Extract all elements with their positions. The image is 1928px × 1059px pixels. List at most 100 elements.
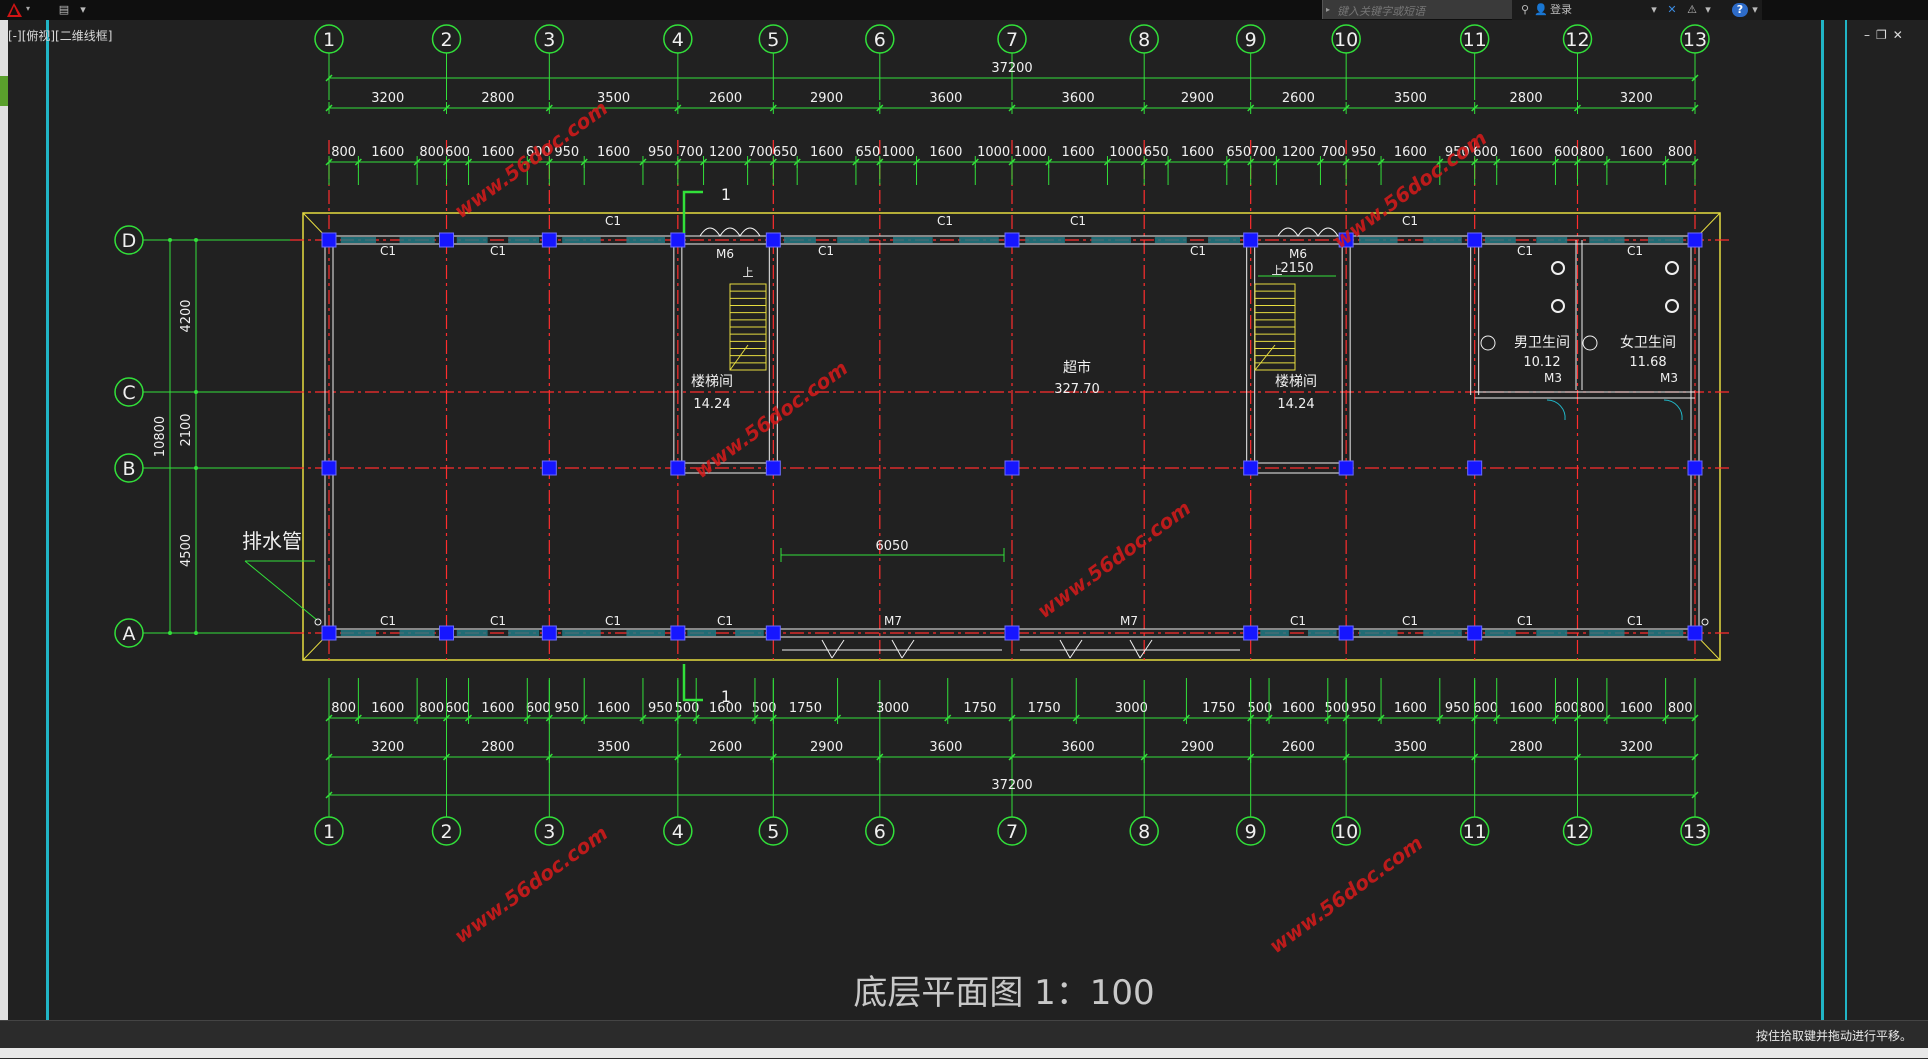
dim-label-detail: 950	[1351, 701, 1376, 716]
dim-label-detail: 1600	[1620, 701, 1653, 716]
door-label-m7: M7	[1120, 614, 1138, 628]
window-label-c1: C1	[490, 244, 506, 258]
dim-label-detail: 800	[1668, 701, 1693, 716]
watermark-text: www.56doc.com	[450, 96, 613, 223]
window-label-c1: C1	[717, 614, 733, 628]
structural-column	[1004, 232, 1020, 248]
axis-label-row: C	[122, 382, 135, 404]
dim-label-detail: 1600	[810, 145, 843, 160]
dim-label-vertical: 10800	[153, 416, 168, 457]
structural-column	[321, 625, 337, 641]
dim-label-detail: 800	[331, 145, 356, 160]
dim-label-detail: 1600	[371, 701, 404, 716]
window-label-c1: C1	[818, 244, 834, 258]
dim-label-detail: 1600	[1394, 701, 1427, 716]
dim-label-detail: 800	[419, 701, 444, 716]
window-label-c1: C1	[1190, 244, 1206, 258]
dim-label-detail: 1600	[597, 145, 630, 160]
dim-label-bay: 2600	[1282, 91, 1315, 106]
room-name-label: 女卫生间	[1620, 334, 1676, 351]
axis-label-column: 13	[1683, 29, 1707, 51]
dim-label-detail: 1750	[789, 701, 822, 716]
stair-up-label: 上	[743, 266, 754, 279]
dim-label-detail: 650	[1226, 145, 1251, 160]
dim-label-bay: 2800	[1510, 740, 1543, 755]
dim-label-bay: 3500	[597, 740, 630, 755]
door-swing-arc	[1663, 399, 1683, 421]
toilet-fixture-icon	[1665, 261, 1679, 275]
dim-label-bay: 2900	[810, 740, 843, 755]
structural-column	[439, 232, 455, 248]
window-label-c1: C1	[1517, 244, 1533, 258]
window-label-c1: C1	[1402, 614, 1418, 628]
dim-label-bay: 3500	[1394, 740, 1427, 755]
dim-label-2150: 2150	[1280, 261, 1313, 276]
dim-label-bay: 3200	[1620, 91, 1653, 106]
dim-label-detail: 1000	[1014, 145, 1047, 160]
floor-drain-icon	[1480, 335, 1496, 351]
window-label-c1: C1	[1627, 244, 1643, 258]
watermark-text: www.56doc.com	[1265, 831, 1428, 958]
dim-node	[194, 466, 198, 470]
axis-label-column: 5	[767, 29, 779, 51]
dim-label-detail: 1600	[481, 145, 514, 160]
window-label-c1: C1	[605, 214, 621, 228]
structural-column	[1243, 232, 1259, 248]
dim-label-bay: 2900	[810, 91, 843, 106]
dim-label-detail: 600	[526, 701, 551, 716]
axis-label-row: D	[122, 230, 137, 252]
dim-label-detail: 1600	[481, 701, 514, 716]
watermark-text: www.56doc.com	[1033, 496, 1196, 623]
drain-pipe-marker	[1701, 618, 1709, 626]
dim-label-overall: 37200	[991, 778, 1032, 793]
dim-label-detail: 700	[748, 145, 773, 160]
section-mark-line	[682, 664, 703, 702]
dim-label-vertical: 2100	[179, 413, 194, 446]
dim-label-vertical: 4500	[179, 534, 194, 567]
dim-label-detail: 650	[773, 145, 798, 160]
dim-label-detail: 950	[648, 701, 673, 716]
door-swing-line	[831, 639, 845, 659]
structural-column	[1467, 460, 1483, 476]
dim-label-detail: 1600	[1181, 145, 1214, 160]
dim-label-detail: 1600	[1282, 701, 1315, 716]
dim-label-detail: 3000	[876, 701, 909, 716]
dim-label-detail: 1750	[963, 701, 996, 716]
axis-label-column: 12	[1565, 821, 1589, 843]
dim-label-bay: 3200	[371, 740, 404, 755]
dim-label-detail: 1750	[1028, 701, 1061, 716]
room-name-label: 超市	[1063, 359, 1091, 376]
door-label-m3: M3	[1660, 371, 1678, 385]
axis-label-column: 10	[1334, 29, 1358, 51]
command-line-strip	[0, 1048, 1928, 1058]
axis-label-column: 7	[1006, 821, 1018, 843]
window-label-c1: C1	[1517, 614, 1533, 628]
watermark-text: www.56doc.com	[450, 821, 613, 948]
room-name-label: 男卫生间	[1514, 335, 1570, 351]
axis-label-column: 1	[323, 29, 335, 51]
dim-label-bay: 2800	[481, 91, 514, 106]
structural-column	[541, 460, 557, 476]
dim-label-bay: 2800	[481, 740, 514, 755]
dim-label-detail: 1000	[882, 145, 915, 160]
dim-label-overall: 37200	[991, 61, 1032, 76]
axis-label-column: 7	[1006, 29, 1018, 51]
door-swing-arc	[699, 227, 761, 237]
structural-column	[1338, 625, 1354, 641]
dim-node	[168, 238, 172, 242]
door-swing-line	[1139, 639, 1153, 659]
drawing-canvas[interactable]: 上上C1 C1C1C1C1 C1C1C1C1 C1C1 C1 C1 C1 C1 C1 C1 C1M6…	[0, 0, 1928, 1020]
dim-label-detail: 950	[1445, 701, 1470, 716]
axis-label-column: 5	[767, 821, 779, 843]
structural-column	[1243, 625, 1259, 641]
dim-label-bay: 2600	[709, 91, 742, 106]
window-label-c1: C1	[1070, 214, 1086, 228]
room-area-label: 11.68	[1629, 355, 1666, 370]
floor-drain-icon	[1582, 335, 1598, 351]
dim-label-detail: 800	[1580, 145, 1605, 160]
dim-label-detail: 700	[1251, 145, 1276, 160]
room-name-label: 楼梯间	[1275, 374, 1317, 390]
structural-column	[1004, 460, 1020, 476]
drain-pipe-label: 排水管	[242, 529, 302, 553]
dim-label-detail: 600	[445, 701, 470, 716]
